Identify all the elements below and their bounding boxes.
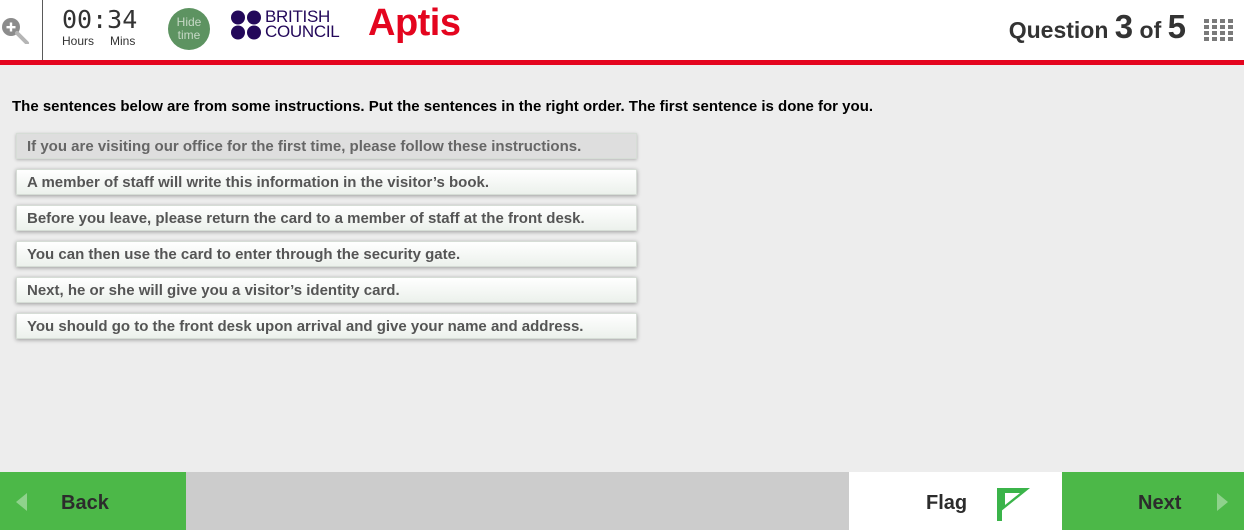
flag-button[interactable]: Flag bbox=[849, 472, 1062, 530]
sentence-list: If you are visiting our office for the f… bbox=[16, 133, 637, 349]
next-label: Next bbox=[1138, 492, 1182, 514]
sentence-draggable[interactable]: You should go to the front desk upon arr… bbox=[16, 313, 637, 339]
timer-mins-label: Mins bbox=[110, 34, 136, 48]
flag-icon bbox=[997, 488, 1030, 521]
hide-time-button[interactable]: Hide time bbox=[168, 8, 210, 50]
timer-digits: 00:34 bbox=[62, 5, 138, 34]
header-accent-rule bbox=[0, 60, 1244, 65]
back-arrow-icon bbox=[16, 493, 27, 511]
question-current: 3 bbox=[1114, 8, 1134, 45]
aptis-logo: Aptis bbox=[368, 2, 461, 44]
question-counter: Question 3 of 5 bbox=[1009, 8, 1186, 46]
hide-time-label: Hide time bbox=[176, 15, 202, 42]
timer-units: Hours Mins bbox=[62, 34, 146, 48]
british-council-wordmark: BRITISH COUNCIL bbox=[265, 8, 340, 41]
back-label: Back bbox=[61, 492, 109, 514]
top-bar: 00:34 Hours Mins Hide time BRITISH COUNC… bbox=[0, 0, 1244, 60]
question-word: Question bbox=[1008, 17, 1109, 43]
header-divider bbox=[42, 0, 43, 60]
sentence-draggable[interactable]: Before you leave, please return the card… bbox=[16, 205, 637, 231]
sentence-draggable[interactable]: A member of staff will write this inform… bbox=[16, 169, 637, 195]
zoom-in-icon[interactable] bbox=[0, 14, 30, 44]
british-council-dots-icon bbox=[231, 10, 261, 40]
question-grid-icon[interactable] bbox=[1204, 19, 1234, 41]
next-button[interactable]: Next bbox=[1062, 472, 1244, 530]
timer-hours-label: Hours bbox=[62, 34, 95, 48]
task-instruction: The sentences below are from some instru… bbox=[12, 98, 874, 115]
bottom-nav-bar: Back Flag Next bbox=[0, 472, 1244, 530]
sentence-draggable[interactable]: Next, he or she will give you a visitor’… bbox=[16, 277, 637, 303]
flag-label: Flag bbox=[926, 492, 968, 514]
brand-line2: COUNCIL bbox=[265, 22, 340, 41]
back-button[interactable]: Back bbox=[0, 472, 186, 530]
sentence-fixed-first: If you are visiting our office for the f… bbox=[16, 133, 637, 159]
next-arrow-icon bbox=[1217, 493, 1228, 511]
timer: 00:34 Hours Mins bbox=[62, 5, 146, 49]
british-council-logo: BRITISH COUNCIL bbox=[230, 8, 340, 41]
question-total: 5 bbox=[1167, 8, 1186, 45]
question-of: of bbox=[1139, 17, 1162, 43]
sentence-draggable[interactable]: You can then use the card to enter throu… bbox=[16, 241, 637, 267]
